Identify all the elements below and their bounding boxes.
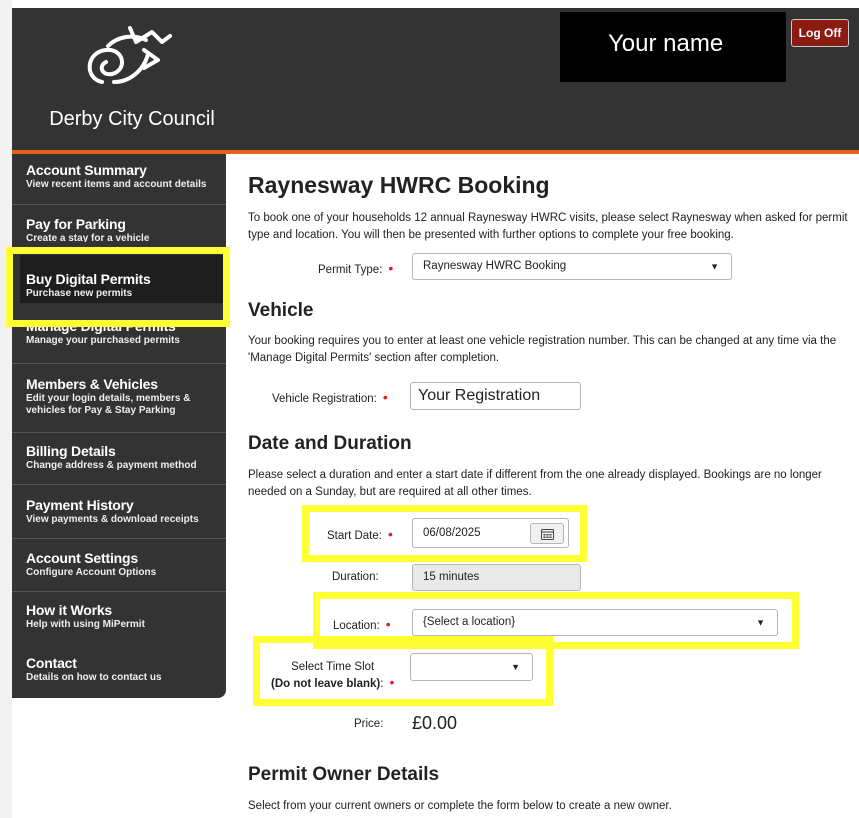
intro-text: To book one of your households 12 annual… bbox=[248, 212, 848, 241]
highlight-buy-digital-permits bbox=[6, 247, 230, 327]
required-marker: • bbox=[387, 526, 393, 542]
sidebar-item-subtitle: Configure Account Options bbox=[26, 567, 157, 578]
label-text: Permit Type: bbox=[318, 264, 383, 276]
calendar-button[interactable] bbox=[530, 523, 564, 544]
sidebar-item-title: Account Settings bbox=[26, 550, 138, 566]
sidebar-item-title: Contact bbox=[26, 655, 77, 671]
council-logo[interactable]: Derby City Council bbox=[32, 20, 232, 140]
chevron-down-icon: ▼ bbox=[511, 662, 520, 672]
price-label: Price: bbox=[354, 718, 384, 730]
sidebar-item-title: Account Summary bbox=[26, 162, 147, 178]
select-value: Raynesway HWRC Booking bbox=[423, 260, 567, 272]
location-label: Location: • bbox=[333, 616, 391, 632]
location-select[interactable]: {Select a location} ▼ bbox=[412, 609, 778, 636]
label-text: Location: bbox=[333, 620, 380, 632]
start-date-input[interactable]: 06/08/2025 bbox=[412, 518, 569, 548]
sidebar-item-account-summary[interactable]: Account Summary View recent items and ac… bbox=[12, 162, 226, 191]
calendar-icon bbox=[541, 529, 554, 540]
sidebar-divider bbox=[12, 538, 226, 539]
left-gutter bbox=[0, 0, 12, 818]
sidebar-divider bbox=[12, 204, 226, 205]
permit-type-label: Permit Type: • bbox=[318, 260, 393, 276]
required-marker: • bbox=[388, 260, 394, 276]
start-date-label: Start Date: • bbox=[327, 526, 393, 542]
chevron-down-icon: ▼ bbox=[756, 617, 765, 627]
sidebar-item-pay-for-parking[interactable]: Pay for Parking Create a stay for a vehi… bbox=[12, 216, 226, 242]
sidebar-item-title: Billing Details bbox=[26, 443, 116, 459]
date-duration-text: Please select a duration and enter a sta… bbox=[248, 469, 822, 498]
sidebar-item-manage-digital-permits[interactable]: Manage Digital Permits Manage your purch… bbox=[12, 322, 226, 356]
permit-type-select[interactable]: Raynesway HWRC Booking ▼ bbox=[412, 253, 732, 280]
sidebar-item-subtitle: View recent items and account details bbox=[26, 179, 207, 190]
sidebar-nav: Account Summary View recent items and ac… bbox=[12, 154, 226, 698]
vehicle-heading: Vehicle bbox=[248, 300, 314, 321]
sidebar-item-subtitle: Manage your purchased permits bbox=[26, 335, 180, 346]
sidebar-item-subtitle: View payments & download receipts bbox=[26, 514, 199, 525]
time-slot-select[interactable]: ▼ bbox=[410, 653, 533, 681]
vehicle-text: Your booking requires you to enter at le… bbox=[248, 335, 837, 364]
time-slot-label: Select Time Slot (Do not leave blank): • bbox=[271, 660, 394, 692]
price-value: £0.00 bbox=[412, 713, 458, 733]
input-value: 06/08/2025 bbox=[423, 527, 481, 539]
sidebar-item-subtitle: Edit your login details, members & vehic… bbox=[26, 393, 191, 416]
sidebar-item-contact[interactable]: Contact Details on how to contact us bbox=[12, 655, 226, 684]
label-text: Vehicle Registration: bbox=[272, 393, 377, 405]
sidebar-item-title: Members & Vehicles bbox=[26, 376, 158, 392]
sidebar-item-members-vehicles[interactable]: Members & Vehicles Edit your login detai… bbox=[12, 376, 212, 417]
sidebar-item-subtitle: Change address & payment method bbox=[26, 460, 197, 471]
logoff-button[interactable]: Log Off bbox=[791, 19, 849, 47]
sidebar-item-account-settings[interactable]: Account Settings Configure Account Optio… bbox=[12, 550, 226, 579]
label-text: Start Date: bbox=[327, 530, 382, 542]
required-marker: • bbox=[385, 616, 391, 632]
duration-label: Duration: bbox=[332, 571, 379, 583]
sidebar-divider bbox=[12, 432, 226, 433]
sidebar-item-title: How it Works bbox=[26, 602, 113, 618]
vehicle-registration-input[interactable]: Your Registration bbox=[410, 382, 581, 410]
sidebar-item-how-it-works[interactable]: How it Works Help with using MiPermit bbox=[12, 602, 226, 631]
sidebar-item-billing-details[interactable]: Billing Details Change address & payment… bbox=[12, 443, 226, 472]
required-marker: • bbox=[382, 389, 388, 405]
user-name-box: Your name bbox=[560, 12, 786, 82]
sidebar-item-title: Pay for Parking bbox=[26, 216, 126, 232]
sidebar-item-subtitle: Create a stay for a vehicle bbox=[26, 233, 150, 242]
required-marker: • bbox=[389, 674, 395, 690]
council-name: Derby City Council bbox=[49, 108, 215, 130]
page-title: Raynesway HWRC Booking bbox=[248, 172, 550, 198]
site-header: Derby City Council Your name Log Off bbox=[12, 8, 859, 150]
vehicle-registration-label: Vehicle Registration: • bbox=[272, 389, 388, 405]
ram-logo-icon bbox=[87, 26, 172, 84]
permit-owner-heading: Permit Owner Details bbox=[248, 764, 440, 785]
label-note: (Do not leave blank) bbox=[271, 678, 381, 690]
duration-readonly-field: 15 minutes bbox=[412, 564, 581, 591]
sidebar-divider bbox=[12, 484, 226, 485]
sidebar-item-payment-history[interactable]: Payment History View payments & download… bbox=[12, 497, 226, 526]
sidebar-divider bbox=[12, 363, 226, 364]
chevron-down-icon: ▼ bbox=[710, 261, 719, 271]
permit-owner-text: Select from your current owners or compl… bbox=[248, 800, 672, 812]
select-value: {Select a location} bbox=[423, 616, 516, 628]
label-text: Select Time Slot bbox=[291, 661, 375, 673]
sidebar-item-subtitle: Help with using MiPermit bbox=[26, 619, 145, 630]
sidebar-divider bbox=[12, 591, 226, 592]
date-duration-heading: Date and Duration bbox=[248, 433, 412, 454]
sidebar-item-subtitle: Details on how to contact us bbox=[26, 672, 162, 683]
label-colon: : bbox=[380, 678, 384, 690]
sidebar-item-title: Payment History bbox=[26, 497, 134, 513]
